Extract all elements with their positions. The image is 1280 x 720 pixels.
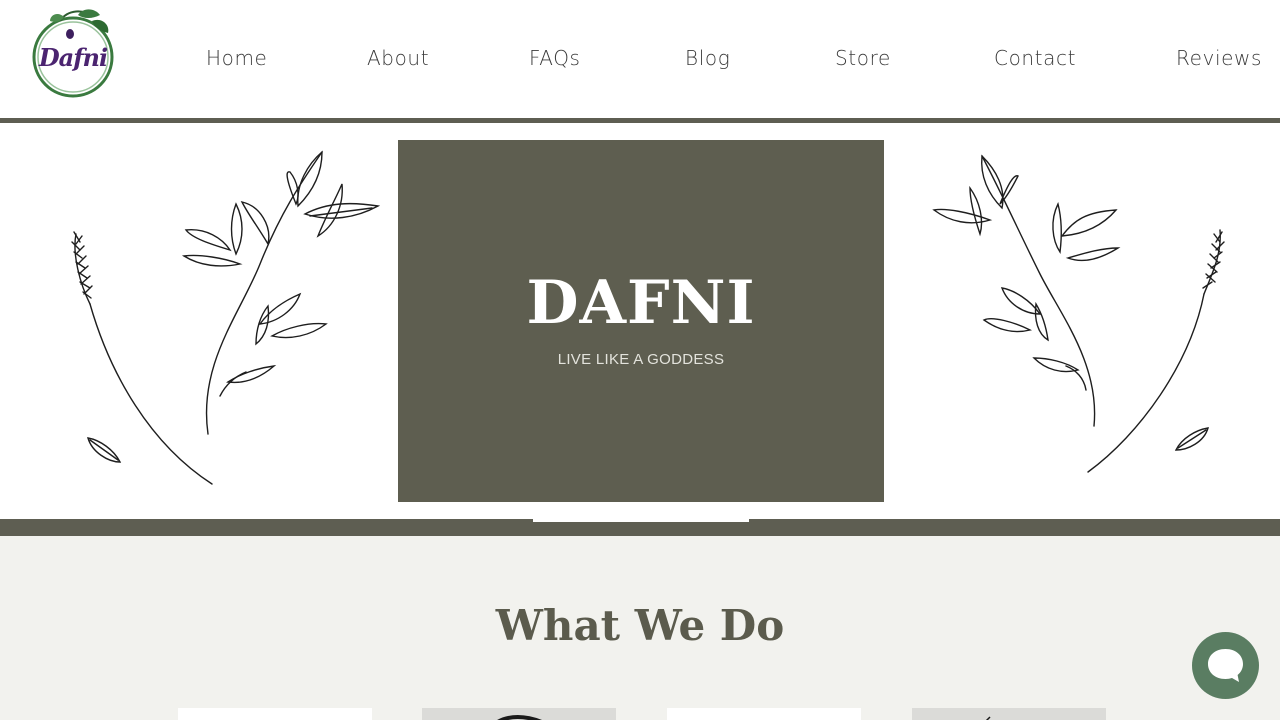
nav-contact[interactable]: Contact (994, 46, 1076, 70)
nav-store[interactable]: Store (835, 46, 891, 70)
hero-divider-accent (533, 519, 749, 522)
chat-widget-button[interactable] (1192, 632, 1259, 699)
nav-about[interactable]: About (367, 46, 429, 70)
card-image-icon (497, 715, 542, 720)
logo-text: Dafni (38, 43, 108, 72)
hero-title: DAFNI (526, 268, 756, 338)
nav-reviews[interactable]: Reviews (1176, 46, 1262, 70)
dafni-logo[interactable]: Dafni (30, 7, 116, 101)
card-image-icon (985, 716, 991, 720)
service-card-1[interactable] (178, 708, 372, 720)
chat-bubble-icon (1208, 649, 1243, 682)
service-card-2[interactable] (422, 708, 616, 720)
service-card-4[interactable] (912, 708, 1106, 720)
site-header: Dafni Home About FAQs Blog Store Contact… (0, 0, 1280, 118)
nav-faqs[interactable]: FAQs (529, 46, 581, 70)
section-title: What We Do (495, 601, 785, 650)
botanical-branch-left-icon (71, 150, 381, 485)
nav-home[interactable]: Home (206, 46, 267, 70)
nav-blog[interactable]: Blog (685, 46, 730, 70)
hero-title-card: DAFNI LIVE LIKE A GODDESS (398, 140, 884, 502)
service-card-3[interactable] (667, 708, 861, 720)
hero-subtitle: LIVE LIKE A GODDESS (557, 351, 725, 368)
botanical-branch-right-icon (932, 154, 1225, 473)
